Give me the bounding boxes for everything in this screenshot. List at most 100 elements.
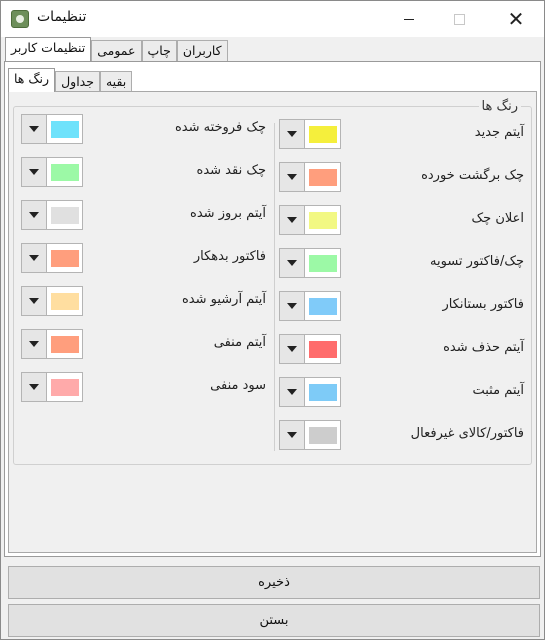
color-swatch (51, 121, 79, 138)
color-picker[interactable] (21, 114, 83, 144)
color-swatch (309, 341, 337, 358)
colors-panel: رنگ ها آیتم جدید چک برگشت خورده اعلان چک (8, 91, 537, 553)
color-swatch (309, 169, 337, 186)
color-label: آیتم آرشیو شده (181, 292, 266, 307)
color-label: آیتم مثبت (472, 383, 524, 398)
dropdown-arrow-icon[interactable] (280, 335, 305, 363)
color-row: آیتم حذف شده (279, 334, 524, 364)
color-swatch (51, 336, 79, 353)
title-bar: تنظیمات ✕ (1, 1, 544, 37)
dropdown-arrow-icon[interactable] (280, 378, 305, 406)
color-label: سود منفی (210, 378, 266, 393)
color-picker[interactable] (279, 248, 341, 278)
settings-window: تنظیمات ✕ تنظیمات کاربر عمومی چاپ کاربرا… (0, 0, 545, 640)
dropdown-arrow-icon[interactable] (22, 158, 47, 186)
color-row: چک برگشت خورده (279, 162, 524, 192)
tab-print[interactable]: چاپ (141, 40, 177, 61)
color-swatch (51, 379, 79, 396)
color-row: آیتم آرشیو شده (21, 286, 266, 316)
color-swatch (309, 255, 337, 272)
color-picker[interactable] (21, 157, 83, 187)
close-window-button[interactable]: ✕ (493, 1, 539, 37)
color-swatch (51, 250, 79, 267)
color-picker[interactable] (21, 200, 83, 230)
color-label: فاکتور بستانکار (442, 297, 524, 312)
save-button[interactable]: ذخیره (8, 566, 540, 599)
color-picker[interactable] (279, 162, 341, 192)
color-swatch (51, 293, 79, 310)
color-row: فاکتور بدهکار (21, 243, 266, 273)
color-row: اعلان چک (279, 205, 524, 235)
tab-other[interactable]: بقیه (99, 71, 133, 92)
color-picker[interactable] (279, 119, 341, 149)
color-picker[interactable] (279, 334, 341, 364)
color-picker[interactable] (279, 420, 341, 450)
color-row: چک فروخته شده (21, 114, 266, 144)
color-picker[interactable] (279, 377, 341, 407)
tab-user-settings[interactable]: تنظیمات کاربر (5, 37, 92, 61)
color-swatch (51, 207, 79, 224)
dropdown-arrow-icon[interactable] (22, 287, 47, 315)
tab-general[interactable]: عمومی (91, 40, 142, 61)
color-picker[interactable] (21, 329, 83, 359)
color-row: آیتم بروز شده (21, 200, 266, 230)
color-label: اعلان چک (471, 211, 524, 226)
color-row: فاکتور بستانکار (279, 291, 524, 321)
dropdown-arrow-icon[interactable] (22, 330, 47, 358)
color-swatch (51, 164, 79, 181)
dropdown-arrow-icon[interactable] (280, 206, 305, 234)
color-swatch (309, 384, 337, 401)
color-picker[interactable] (279, 291, 341, 321)
color-label: چک فروخته شده (174, 120, 266, 135)
minimize-button[interactable] (386, 1, 432, 37)
inner-tab-strip: رنگ ها جداول بقیه (8, 68, 133, 92)
tab-tables[interactable]: جداول (55, 71, 100, 92)
window-title: تنظیمات (37, 9, 87, 25)
color-row: آیتم منفی (21, 329, 266, 359)
color-row: سود منفی (21, 372, 266, 402)
group-title: رنگ ها (478, 99, 521, 114)
color-label: چک نقد شده (196, 163, 266, 178)
color-label: آیتم بروز شده (190, 206, 266, 221)
color-label: چک/فاکتور تسویه (430, 254, 524, 269)
color-picker[interactable] (279, 205, 341, 235)
color-label: فاکتور/کالای غیرفعال (410, 426, 524, 441)
color-label: چک برگشت خورده (421, 168, 524, 183)
color-swatch (309, 298, 337, 315)
maximize-button[interactable] (436, 1, 482, 37)
color-row: فاکتور/کالای غیرفعال (279, 420, 524, 450)
color-row: آیتم مثبت (279, 377, 524, 407)
color-swatch (309, 126, 337, 143)
column-divider (274, 123, 275, 451)
maximize-icon (453, 13, 465, 25)
color-picker[interactable] (21, 372, 83, 402)
dropdown-arrow-icon[interactable] (280, 292, 305, 320)
color-picker[interactable] (21, 286, 83, 316)
color-row: آیتم جدید (279, 119, 524, 149)
dropdown-arrow-icon[interactable] (22, 244, 47, 272)
close-button[interactable]: بستن (8, 604, 540, 637)
close-icon: ✕ (507, 7, 525, 31)
tab-colors[interactable]: رنگ ها (8, 68, 56, 92)
dropdown-arrow-icon[interactable] (280, 120, 305, 148)
color-row: چک/فاکتور تسویه (279, 248, 524, 278)
dropdown-arrow-icon[interactable] (280, 249, 305, 277)
color-picker[interactable] (21, 243, 83, 273)
color-label: آیتم جدید (474, 125, 524, 140)
dropdown-arrow-icon[interactable] (280, 421, 305, 449)
dropdown-arrow-icon[interactable] (22, 373, 47, 401)
color-row: چک نقد شده (21, 157, 266, 187)
dropdown-arrow-icon[interactable] (280, 163, 305, 191)
colors-groupbox: رنگ ها آیتم جدید چک برگشت خورده اعلان چک (13, 99, 532, 465)
color-label: آیتم حذف شده (443, 340, 524, 355)
color-label: آیتم منفی (213, 335, 266, 350)
color-label: فاکتور بدهکار (193, 249, 266, 264)
user-settings-panel: رنگ ها جداول بقیه رنگ ها آیتم جدید چک بر… (4, 61, 541, 557)
tab-users[interactable]: کاربران (176, 40, 228, 61)
minimize-icon (404, 18, 414, 20)
dropdown-arrow-icon[interactable] (22, 115, 47, 143)
color-swatch (309, 427, 337, 444)
outer-tab-strip: تنظیمات کاربر عمومی چاپ کاربران (5, 37, 540, 61)
app-icon (11, 10, 29, 28)
dropdown-arrow-icon[interactable] (22, 201, 47, 229)
